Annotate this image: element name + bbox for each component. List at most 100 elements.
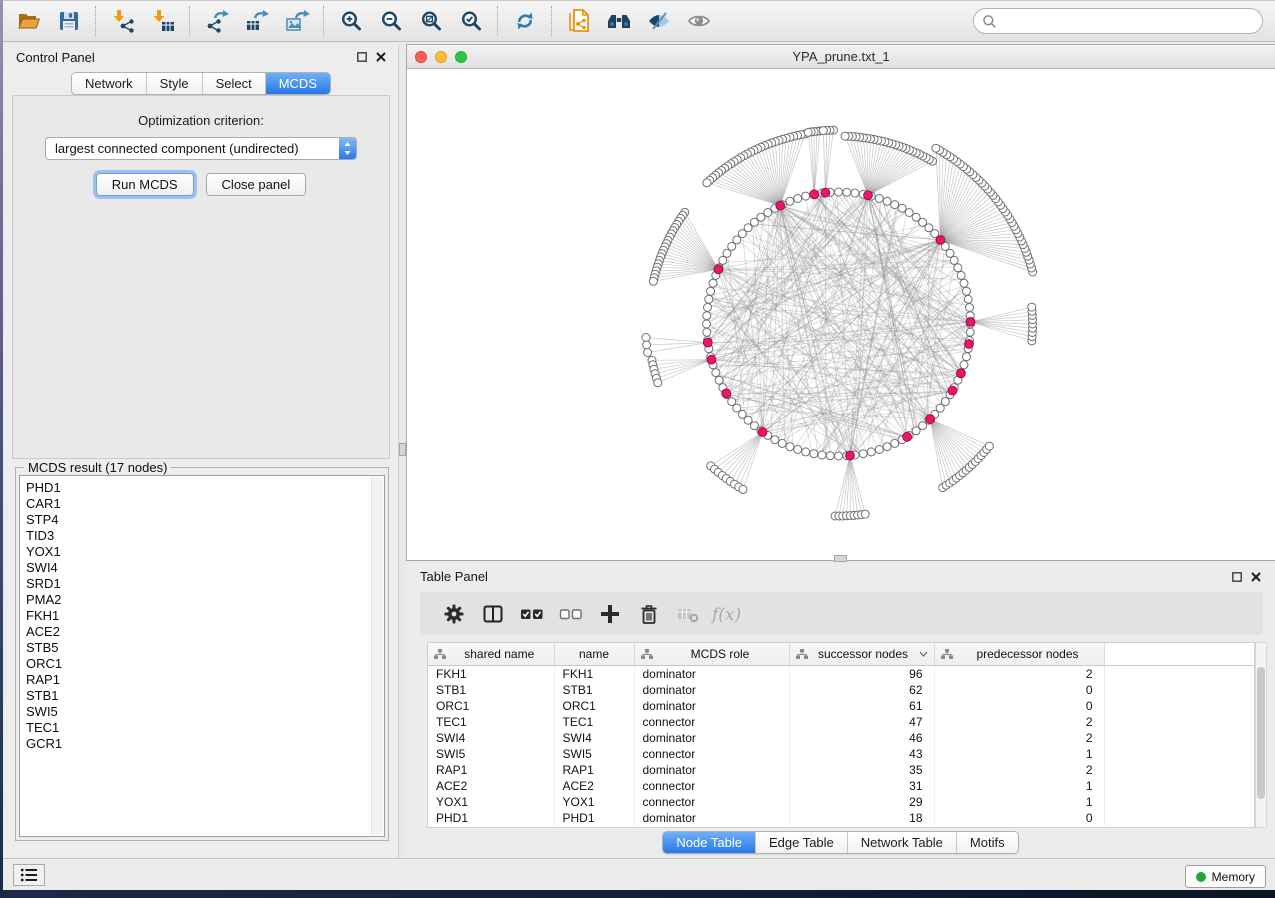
network-node[interactable] xyxy=(764,209,772,217)
memory-button[interactable]: Memory xyxy=(1185,865,1266,888)
network-node[interactable] xyxy=(771,436,779,444)
table-row[interactable]: PHD1PHD1dominator180 xyxy=(428,810,1254,826)
network-node[interactable] xyxy=(966,328,974,336)
mcds-result-item[interactable]: YOX1 xyxy=(26,544,384,560)
network-node[interactable] xyxy=(851,189,859,197)
network-node[interactable] xyxy=(707,287,715,295)
search-network-button[interactable] xyxy=(599,3,639,39)
column-header-MCDS-role[interactable]: MCDS role xyxy=(634,643,789,666)
column-header-predecessor-nodes[interactable]: predecessor nodes xyxy=(934,643,1104,666)
mcds-result-item[interactable]: CAR1 xyxy=(26,496,384,512)
mcds-result-item[interactable]: SWI4 xyxy=(26,560,384,576)
network-leaf-node[interactable] xyxy=(985,442,993,450)
tab-network-table[interactable]: Network Table xyxy=(847,832,956,853)
network-node[interactable] xyxy=(703,312,711,320)
tab-edge-table[interactable]: Edge Table xyxy=(755,832,847,853)
network-node[interactable] xyxy=(891,201,899,209)
import-table-button[interactable] xyxy=(143,3,183,39)
refresh-layout-button[interactable] xyxy=(505,3,545,39)
mcds-node[interactable] xyxy=(957,369,966,378)
network-node[interactable] xyxy=(962,353,970,361)
hide-details-button[interactable] xyxy=(639,3,679,39)
network-leaf-node[interactable] xyxy=(861,510,869,518)
mcds-result-item[interactable]: GCR1 xyxy=(26,736,384,752)
network-node[interactable] xyxy=(835,188,843,196)
result-scrollbar[interactable] xyxy=(371,477,383,835)
mcds-result-item[interactable]: STP4 xyxy=(26,512,384,528)
network-node[interactable] xyxy=(960,361,968,369)
mcds-node[interactable] xyxy=(926,415,935,424)
network-node[interactable] xyxy=(802,192,810,200)
network-node[interactable] xyxy=(867,448,875,456)
network-node[interactable] xyxy=(802,448,810,456)
network-node[interactable] xyxy=(810,450,818,458)
network-node[interactable] xyxy=(723,249,731,257)
close-table-panel-icon[interactable] xyxy=(1251,572,1261,582)
mcds-node[interactable] xyxy=(966,318,975,327)
import-network-button[interactable] xyxy=(103,3,143,39)
network-node[interactable] xyxy=(954,264,962,272)
network-node[interactable] xyxy=(883,443,891,451)
zoom-fit-button[interactable] xyxy=(411,3,451,39)
save-session-button[interactable] xyxy=(49,3,89,39)
table-row[interactable]: YOX1YOX1connector291 xyxy=(428,794,1254,810)
tab-network[interactable]: Network xyxy=(72,73,146,94)
table-row[interactable]: SWI4SWI4dominator462 xyxy=(428,730,1254,746)
table-row[interactable]: FKH1FKH1dominator962 xyxy=(428,666,1254,683)
table-row[interactable]: ORC1ORC1dominator610 xyxy=(428,698,1254,714)
delete-column-button[interactable] xyxy=(629,595,668,633)
network-node[interactable] xyxy=(898,204,906,212)
export-image-button[interactable] xyxy=(277,3,317,39)
network-node[interactable] xyxy=(905,209,913,217)
table-row[interactable]: STB1STB1dominator620 xyxy=(428,682,1254,698)
splitter-handle-horizontal[interactable] xyxy=(834,555,847,562)
network-node[interactable] xyxy=(835,452,843,460)
tab-node-table[interactable]: Node Table xyxy=(663,832,755,853)
zoom-selected-button[interactable] xyxy=(451,3,491,39)
mcds-result-item[interactable]: TID3 xyxy=(26,528,384,544)
close-panel-icon[interactable] xyxy=(376,52,386,62)
network-node[interactable] xyxy=(950,256,958,264)
mcds-node[interactable] xyxy=(965,340,974,349)
tab-mcds[interactable]: MCDS xyxy=(265,73,330,94)
mcds-node[interactable] xyxy=(758,428,767,437)
network-node[interactable] xyxy=(703,328,711,336)
table-row[interactable]: SWI5SWI5connector431 xyxy=(428,746,1254,762)
network-node[interactable] xyxy=(946,249,954,257)
table-settings-button[interactable] xyxy=(434,595,473,633)
network-leaf-node[interactable] xyxy=(932,144,940,152)
mcds-result-item[interactable]: PHD1 xyxy=(26,480,384,496)
network-node[interactable] xyxy=(786,443,794,451)
mcds-node[interactable] xyxy=(936,236,945,245)
float-panel-icon[interactable] xyxy=(357,52,367,62)
network-node[interactable] xyxy=(966,304,974,312)
mcds-result-item[interactable]: ORC1 xyxy=(26,656,384,672)
mcds-node[interactable] xyxy=(703,338,712,347)
mcds-result-item[interactable]: RAP1 xyxy=(26,672,384,688)
network-node[interactable] xyxy=(715,376,723,384)
network-leaf-node[interactable] xyxy=(642,334,650,342)
network-node[interactable] xyxy=(843,188,851,196)
network-leaf-node[interactable] xyxy=(643,341,651,349)
tab-select[interactable]: Select xyxy=(202,73,265,94)
mcds-result-item[interactable]: SWI5 xyxy=(26,704,384,720)
network-leaf-node[interactable] xyxy=(804,128,812,136)
network-node[interactable] xyxy=(941,398,949,406)
network-node[interactable] xyxy=(875,195,883,203)
criterion-select[interactable]: largest connected component (undirected) xyxy=(45,137,357,160)
network-node[interactable] xyxy=(891,439,899,447)
mcds-node[interactable] xyxy=(776,201,785,210)
zoom-in-button[interactable] xyxy=(331,3,371,39)
network-leaf-node[interactable] xyxy=(649,277,657,285)
network-node[interactable] xyxy=(826,452,834,460)
mcds-node[interactable] xyxy=(707,355,716,364)
add-column-button[interactable] xyxy=(590,595,629,633)
network-node[interactable] xyxy=(875,446,883,454)
export-table-button[interactable] xyxy=(237,3,277,39)
network-node[interactable] xyxy=(964,295,972,303)
network-leaf-node[interactable] xyxy=(739,485,747,493)
network-node[interactable] xyxy=(786,197,794,205)
mcds-result-item[interactable]: STB5 xyxy=(26,640,384,656)
mcds-node[interactable] xyxy=(810,190,819,199)
table-row[interactable]: TEC1TEC1connector472 xyxy=(428,714,1254,730)
